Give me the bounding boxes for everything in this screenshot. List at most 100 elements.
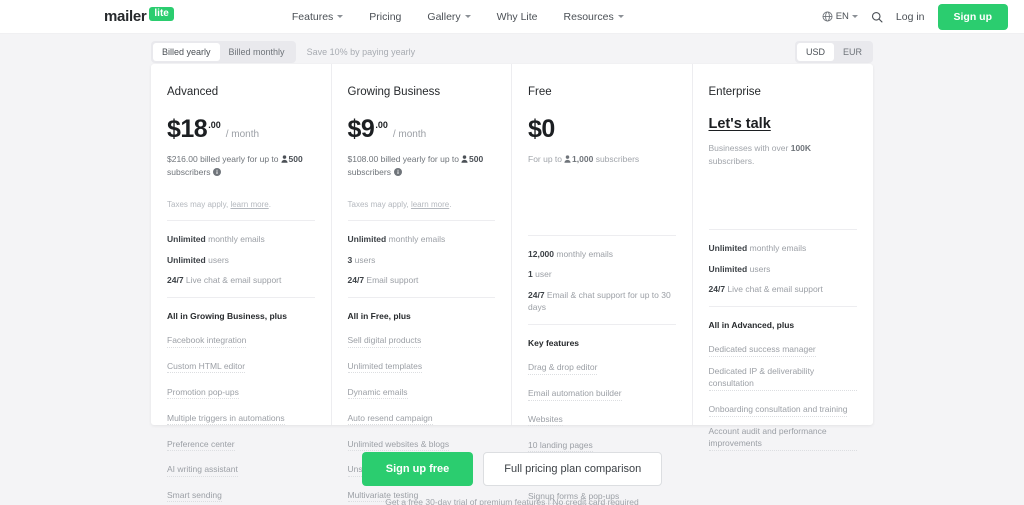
price-amount: $0 bbox=[528, 115, 555, 143]
feature-item[interactable]: Onboarding consultation and training bbox=[708, 403, 848, 417]
plan-column-advanced: Advanced $18 .00 / month $216.00 billed … bbox=[151, 64, 332, 503]
search-icon[interactable] bbox=[871, 11, 883, 23]
feature-item[interactable]: Unlimited websites & blogs bbox=[347, 438, 450, 451]
billing-note-post: subscribers bbox=[347, 167, 391, 178]
nav-label: Why Lite bbox=[496, 10, 538, 23]
language-selector[interactable]: EN bbox=[822, 11, 858, 22]
chevron-down-icon bbox=[851, 15, 858, 18]
divider bbox=[167, 220, 315, 222]
plan-billing-note: For up to 1,000 subscribers bbox=[528, 153, 676, 166]
core-feature-item: 1 user bbox=[528, 269, 552, 280]
feature-item[interactable]: Drag & drop editor bbox=[528, 361, 598, 375]
billing-note-post: subscribers. bbox=[708, 156, 755, 167]
billing-note-count: 500 bbox=[469, 154, 484, 164]
person-icon bbox=[461, 155, 468, 163]
pricing-table: Advanced $18 .00 / month $216.00 billed … bbox=[151, 64, 874, 504]
full-pricing-comparison-button[interactable]: Full pricing plan comparison bbox=[483, 452, 663, 486]
feature-item[interactable]: Facebook integration bbox=[167, 334, 247, 348]
taxes-learn-more-link[interactable]: learn more bbox=[230, 200, 268, 209]
taxes-learn-more-link[interactable]: learn more bbox=[411, 200, 449, 209]
info-icon[interactable] bbox=[213, 168, 222, 177]
feature-item[interactable]: Promotion pop-ups bbox=[167, 386, 239, 400]
feature-item[interactable]: Websites bbox=[528, 413, 563, 427]
nav-item-features[interactable]: Features bbox=[292, 11, 344, 23]
info-icon[interactable] bbox=[393, 168, 402, 177]
feature-item[interactable]: Multiple triggers in automations bbox=[167, 412, 285, 426]
currency-eur-option[interactable]: EUR bbox=[834, 43, 871, 61]
feature-item[interactable]: Dynamic emails bbox=[347, 386, 408, 400]
feature-item[interactable]: Auto resend campaign bbox=[347, 412, 433, 426]
site-header: mailer lite Features Pricing Gallery Why… bbox=[0, 0, 1024, 34]
core-feature-item: Unlimited monthly emails bbox=[347, 234, 446, 245]
billing-monthly-option[interactable]: Billed monthly bbox=[220, 43, 294, 61]
billing-note-count: 100K bbox=[790, 143, 812, 153]
feature-item[interactable]: Dedicated success manager bbox=[708, 343, 816, 357]
core-feature-item: 24/7 Live chat & email support bbox=[708, 283, 823, 294]
core-feature-item: Unlimited monthly emails bbox=[167, 234, 265, 245]
core-feature-item: 24/7 Email & chat support for up to 30 d… bbox=[528, 289, 671, 313]
cta-buttons: Sign up free Full pricing plan compariso… bbox=[0, 452, 1024, 486]
plan-billing-note: $216.00 billed yearly for up to 500 subsc… bbox=[167, 153, 315, 179]
divider bbox=[347, 220, 495, 222]
core-feature-item: 24/7 Live chat & email support bbox=[167, 274, 282, 285]
core-feature-item: Unlimited users bbox=[167, 254, 229, 265]
plan-column-growing-business: Growing Business $9 .00 / month $108.00 … bbox=[332, 64, 512, 503]
language-label: EN bbox=[835, 11, 849, 22]
feature-item[interactable]: Dedicated IP & deliverability consultati… bbox=[708, 365, 857, 391]
taxes-note: Taxes may apply, learn more. bbox=[167, 200, 315, 209]
billing-period-toggle: Billed yearly Billed monthly bbox=[151, 41, 296, 63]
cta-note: Get a free 30-day trial of premium featu… bbox=[385, 497, 639, 505]
currency-usd-option[interactable]: USD bbox=[796, 43, 834, 61]
price-cents: .00 bbox=[375, 120, 388, 130]
divider bbox=[167, 297, 315, 299]
taxes-note: Taxes may apply, learn more. bbox=[348, 200, 496, 209]
pricing-controls: Billed yearly Billed monthly Save 10% by… bbox=[151, 41, 873, 63]
billing-note-count: 500 bbox=[288, 154, 303, 164]
plan-price: $9 .00 / month bbox=[348, 115, 496, 144]
signup-button[interactable]: Sign up bbox=[937, 3, 1008, 30]
logo[interactable]: mailer lite bbox=[104, 6, 174, 25]
price-cents: .00 bbox=[208, 120, 221, 130]
plan-core-features: 12,000 monthly emails 1 user 24/7 Email … bbox=[528, 248, 676, 313]
logo-badge: lite bbox=[149, 6, 174, 21]
core-feature-item: Unlimited users bbox=[708, 263, 771, 274]
core-feature-item: Unlimited monthly emails bbox=[708, 243, 807, 254]
nav-item-resources[interactable]: Resources bbox=[564, 11, 624, 23]
nav-item-gallery[interactable]: Gallery bbox=[427, 11, 471, 23]
person-icon bbox=[564, 155, 571, 163]
currency-toggle: USD EUR bbox=[794, 41, 873, 63]
billing-note-pre: Businesses with over bbox=[708, 143, 789, 153]
feature-item[interactable]: Email automation builder bbox=[528, 387, 622, 401]
feature-item[interactable]: 10 landing pages bbox=[528, 439, 593, 453]
plan-name: Advanced bbox=[167, 86, 219, 98]
divider bbox=[347, 297, 495, 299]
plan-feature-block: All in Advanced, plus Dedicated success … bbox=[708, 320, 857, 459]
price-amount: $9 bbox=[347, 115, 375, 143]
nav-item-pricing[interactable]: Pricing bbox=[369, 11, 401, 23]
feature-list-heading: All in Free, plus bbox=[347, 311, 411, 322]
core-feature-item: 24/7 Email support bbox=[347, 274, 419, 285]
price-period: / month bbox=[392, 129, 427, 140]
feature-item[interactable]: Account audit and performance improvemen… bbox=[708, 425, 857, 451]
feature-list-heading: All in Advanced, plus bbox=[708, 320, 795, 331]
plan-core-features: Unlimited monthly emails Unlimited users… bbox=[167, 233, 315, 286]
billing-note-count: 1,000 bbox=[572, 154, 594, 164]
plan-column-enterprise: Enterprise Let's talk Businesses with ov… bbox=[693, 64, 874, 451]
plan-name: Growing Business bbox=[347, 86, 441, 98]
billing-yearly-option[interactable]: Billed yearly bbox=[153, 43, 220, 61]
feature-item[interactable]: Sell digital products bbox=[347, 334, 422, 348]
login-link[interactable]: Log in bbox=[896, 11, 925, 23]
feature-item[interactable]: Preference center bbox=[167, 438, 235, 451]
lets-talk-link[interactable]: Let's talk bbox=[709, 116, 771, 132]
divider bbox=[708, 306, 857, 308]
plan-core-features: Unlimited monthly emails Unlimited users… bbox=[709, 242, 858, 295]
divider bbox=[528, 324, 676, 326]
nav-item-why-lite[interactable]: Why Lite bbox=[497, 11, 538, 23]
feature-item[interactable]: Custom HTML editor bbox=[167, 360, 246, 374]
chevron-down-icon bbox=[337, 15, 344, 18]
billing-note-pre: $216.00 billed yearly for up to bbox=[167, 154, 279, 164]
signup-free-button[interactable]: Sign up free bbox=[361, 452, 474, 486]
feature-item[interactable]: Unlimited templates bbox=[347, 360, 423, 374]
